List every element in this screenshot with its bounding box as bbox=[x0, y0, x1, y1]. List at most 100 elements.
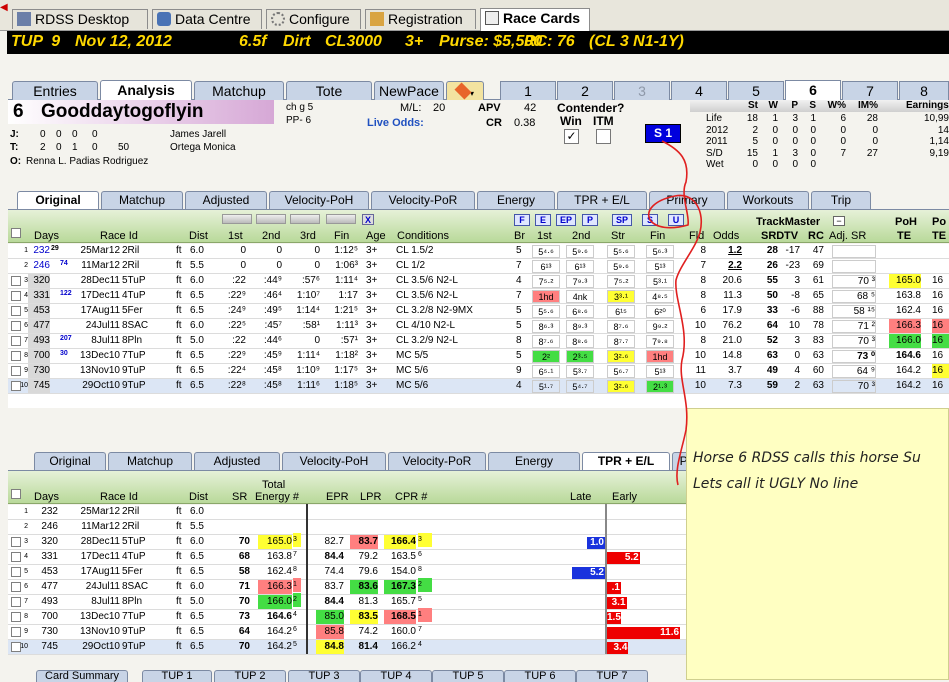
lower-col-header-days[interactable]: Days bbox=[34, 490, 59, 504]
race-id[interactable]: 5TuP bbox=[122, 274, 146, 288]
tab-original[interactable]: Original bbox=[17, 191, 99, 209]
tab-lower-matchup[interactable]: Matchup bbox=[108, 452, 192, 470]
race-id[interactable]: 4TuP bbox=[122, 550, 146, 564]
race-id[interactable]: 4TuP bbox=[122, 289, 146, 303]
tab-entries[interactable]: Entries bbox=[12, 81, 98, 100]
col-header-odds[interactable]: Odds bbox=[713, 229, 747, 243]
pace-button-s[interactable]: S bbox=[642, 214, 658, 226]
tab-primary[interactable]: Primary bbox=[649, 191, 725, 209]
col-header-te2[interactable]: TE bbox=[932, 229, 949, 243]
lower-col-header-sr[interactable]: SR bbox=[232, 490, 247, 504]
race-id[interactable]: 5Fer bbox=[122, 565, 143, 579]
lower-col-header-late[interactable]: Late bbox=[570, 490, 591, 504]
race-id[interactable]: 2Ril bbox=[122, 520, 139, 534]
horse-tab-8[interactable]: 8 bbox=[899, 81, 949, 100]
itm-checkbox[interactable] bbox=[596, 129, 611, 144]
tab-tup-1[interactable]: TUP 1 bbox=[142, 670, 212, 682]
lower-select-all-checkbox[interactable] bbox=[11, 489, 21, 499]
tab-lower-tpr-e-l[interactable]: TPR + E/L bbox=[582, 452, 670, 470]
sort-button[interactable] bbox=[256, 214, 286, 224]
race-id[interactable]: 8SAC bbox=[122, 319, 148, 333]
horse-tab-2[interactable]: 2 bbox=[557, 81, 613, 100]
col-header-b2nd[interactable]: 2nd bbox=[572, 229, 594, 243]
horse-tab-6[interactable]: 6 bbox=[785, 80, 841, 100]
tab-matchup[interactable]: Matchup bbox=[101, 191, 183, 209]
lower-col-header-dist[interactable]: Dist bbox=[189, 490, 208, 504]
pace-button-f[interactable]: F bbox=[514, 214, 530, 226]
col-header-race_id[interactable]: Race Id bbox=[100, 229, 140, 243]
col-header-c2nd[interactable]: 2nd bbox=[262, 229, 284, 243]
col-header-age[interactable]: Age bbox=[366, 229, 388, 243]
tab-configure[interactable]: Configure bbox=[266, 9, 361, 29]
tab-velocity-por[interactable]: Velocity-PoR bbox=[371, 191, 475, 209]
horse-tab-1[interactable]: 1 bbox=[500, 81, 556, 100]
col-header-poh[interactable]: PoH bbox=[895, 215, 923, 229]
tab-rdss-desktop[interactable]: RDSS Desktop bbox=[12, 9, 148, 29]
sticky-note[interactable]: Horse 6 RDSS calls this horse Su Lets ca… bbox=[686, 408, 949, 680]
col-header-str[interactable]: Str bbox=[611, 229, 633, 243]
back-arrow-icon[interactable]: ◀ bbox=[0, 2, 10, 13]
tab-workouts[interactable]: Workouts bbox=[727, 191, 809, 209]
col-header-br[interactable]: Br bbox=[514, 229, 534, 243]
tab-tote[interactable]: Tote bbox=[286, 81, 372, 100]
col-header-po[interactable]: Po bbox=[932, 215, 949, 229]
tab-newpace[interactable]: NewPace bbox=[374, 81, 444, 100]
tab-energy[interactable]: Energy bbox=[477, 191, 555, 209]
col-header-c1st[interactable]: 1st bbox=[228, 229, 250, 243]
tab-registration[interactable]: Registration bbox=[365, 9, 476, 29]
col-header-b1st[interactable]: 1st bbox=[537, 229, 559, 243]
race-id[interactable]: 7TuP bbox=[122, 349, 146, 363]
tab-tup-5[interactable]: TUP 5 bbox=[432, 670, 504, 682]
tab-tup-3[interactable]: TUP 3 bbox=[288, 670, 360, 682]
lower-col-header-energy[interactable]: Energy # bbox=[255, 490, 299, 504]
race-id[interactable]: 2Ril bbox=[122, 259, 139, 273]
tab-tup-2[interactable]: TUP 2 bbox=[214, 670, 286, 682]
race-id[interactable]: 9TuP bbox=[122, 364, 146, 378]
lower-col-header-cpr[interactable]: CPR # bbox=[395, 490, 427, 504]
pace-button-p[interactable]: P bbox=[582, 214, 598, 226]
tab-card-summary[interactable]: Card Summary bbox=[36, 670, 128, 682]
tab-lower-energy[interactable]: Energy bbox=[488, 452, 580, 470]
race-id[interactable]: 9TuP bbox=[122, 640, 146, 654]
col-header-c3rd[interactable]: 3rd bbox=[300, 229, 322, 243]
race-id[interactable]: 7TuP bbox=[122, 610, 146, 624]
col-header-conditions[interactable]: Conditions bbox=[397, 229, 457, 243]
pace-button-ep[interactable]: EP bbox=[556, 214, 576, 226]
horse-tab-4[interactable]: 4 bbox=[671, 81, 727, 100]
sort-button[interactable] bbox=[290, 214, 320, 224]
col-header-te[interactable]: TE bbox=[897, 229, 919, 243]
tab-race-cards[interactable]: Race Cards bbox=[480, 8, 590, 31]
col-header-dist[interactable]: Dist bbox=[189, 229, 211, 243]
tab-trip[interactable]: Trip bbox=[811, 191, 871, 209]
horse-tab-5[interactable]: 5 bbox=[728, 81, 784, 100]
tab-analysis[interactable]: Analysis bbox=[100, 80, 192, 100]
flag-menu-button[interactable]: ▾ bbox=[446, 81, 484, 100]
tab-lower-adjusted[interactable]: Adjusted bbox=[194, 452, 280, 470]
pace-button-u[interactable]: U bbox=[668, 214, 684, 226]
horse-tab-3[interactable]: 3 bbox=[614, 81, 670, 100]
lower-col-header-early[interactable]: Early bbox=[612, 490, 637, 504]
tab-tup-7[interactable]: TUP 7 bbox=[576, 670, 648, 682]
lower-col-header-lpr[interactable]: LPR bbox=[360, 490, 381, 504]
race-id[interactable]: 9TuP bbox=[122, 625, 146, 639]
race-id[interactable]: 2Ril bbox=[122, 505, 139, 519]
race-id[interactable]: 2Ril bbox=[122, 244, 139, 258]
s1-rating-button[interactable]: S 1 bbox=[645, 124, 681, 143]
lower-col-header-epr[interactable]: EPR bbox=[326, 490, 349, 504]
pace-button-sp[interactable]: SP bbox=[612, 214, 632, 226]
collapse-button[interactable]: − bbox=[833, 216, 845, 226]
tab-lower-original[interactable]: Original bbox=[34, 452, 106, 470]
race-id[interactable]: 5Fer bbox=[122, 304, 143, 318]
col-header-days[interactable]: Days bbox=[34, 229, 62, 243]
lower-col-header-race_id[interactable]: Race Id bbox=[100, 490, 138, 504]
select-all-checkbox[interactable] bbox=[11, 228, 21, 238]
col-header-tv[interactable]: TV bbox=[784, 229, 806, 243]
race-id[interactable]: 9TuP bbox=[122, 379, 146, 393]
tab-lower-velocity-por[interactable]: Velocity-PoR bbox=[388, 452, 486, 470]
tab-tpr-e-l[interactable]: TPR + E/L bbox=[557, 191, 647, 209]
tab-tup-6[interactable]: TUP 6 bbox=[504, 670, 576, 682]
tab-velocity-poh[interactable]: Velocity-PoH bbox=[269, 191, 369, 209]
tab-lower-velocity-poh[interactable]: Velocity-PoH bbox=[282, 452, 386, 470]
col-header-tm[interactable]: TrackMaster bbox=[756, 215, 826, 229]
race-id[interactable]: 8Pln bbox=[122, 595, 142, 609]
